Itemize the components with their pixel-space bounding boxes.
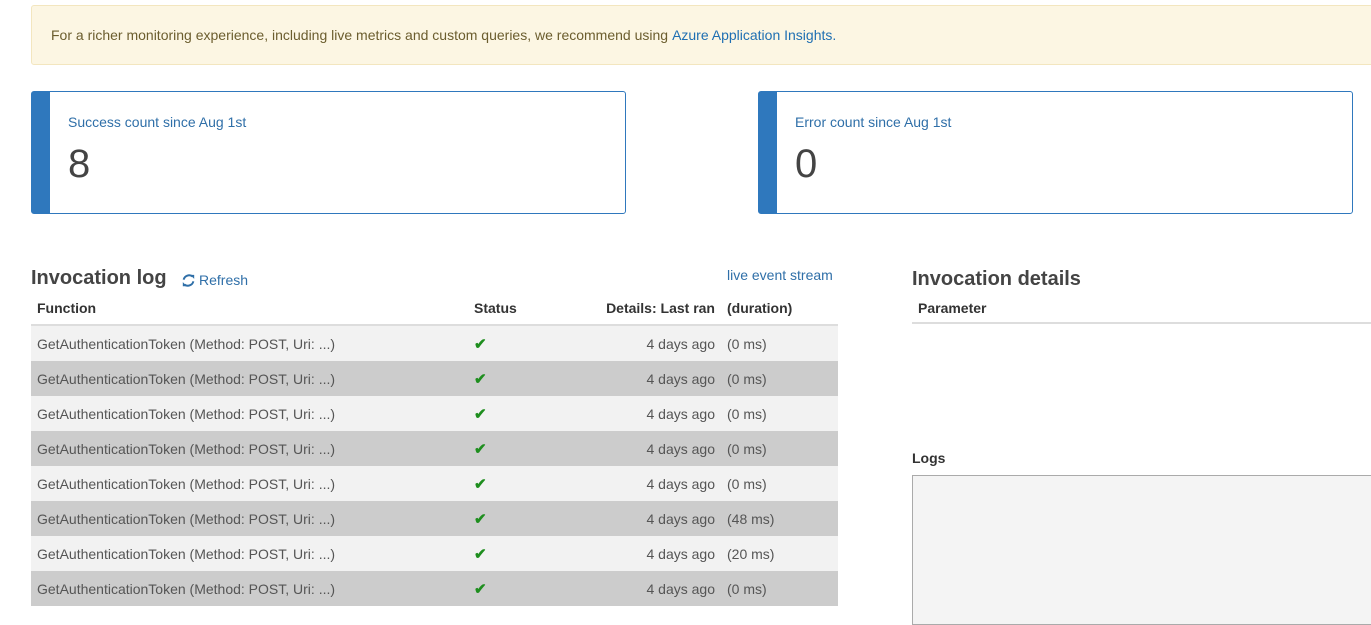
- check-icon: ✔: [474, 370, 487, 388]
- duration-cell: (0 ms): [721, 325, 838, 361]
- status-cell: ✔: [468, 431, 535, 466]
- success-count-value: 8: [68, 142, 91, 186]
- table-header-row: Function Status Details: Last ran (durat…: [31, 292, 838, 326]
- status-cell: ✔: [468, 536, 535, 571]
- last-ran-cell: 4 days ago: [535, 325, 721, 361]
- function-cell: GetAuthenticationToken (Method: POST, Ur…: [31, 396, 468, 431]
- status-cell: ✔: [468, 396, 535, 431]
- info-banner: For a richer monitoring experience, incl…: [31, 5, 1371, 65]
- invocation-log-title: Invocation log: [31, 267, 167, 289]
- status-cell: ✔: [468, 501, 535, 536]
- invocation-log-table: Function Status Details: Last ran (durat…: [31, 292, 838, 606]
- parameter-column-header: Parameter: [912, 292, 1371, 324]
- duration-cell: (0 ms): [721, 396, 838, 431]
- table-row[interactable]: GetAuthenticationToken (Method: POST, Ur…: [31, 325, 838, 361]
- error-count-card: Error count since Aug 1st 0: [758, 91, 1353, 214]
- refresh-icon: [182, 273, 195, 287]
- logs-label: Logs: [912, 450, 946, 466]
- status-cell: ✔: [468, 361, 535, 396]
- refresh-button[interactable]: Refresh: [182, 272, 248, 288]
- function-cell: GetAuthenticationToken (Method: POST, Ur…: [31, 466, 468, 501]
- table-row[interactable]: GetAuthenticationToken (Method: POST, Ur…: [31, 536, 838, 571]
- check-icon: ✔: [474, 545, 487, 563]
- table-row[interactable]: GetAuthenticationToken (Method: POST, Ur…: [31, 466, 838, 501]
- banner-text: For a richer monitoring experience, incl…: [51, 27, 669, 43]
- function-cell: GetAuthenticationToken (Method: POST, Ur…: [31, 431, 468, 466]
- refresh-label: Refresh: [199, 272, 249, 288]
- last-ran-cell: 4 days ago: [535, 396, 721, 431]
- last-ran-cell: 4 days ago: [535, 571, 721, 606]
- error-count-value: 0: [795, 142, 818, 186]
- column-status[interactable]: Status: [468, 292, 535, 326]
- duration-cell: (0 ms): [721, 431, 838, 466]
- duration-cell: (48 ms): [721, 501, 838, 536]
- check-icon: ✔: [474, 405, 487, 423]
- check-icon: ✔: [474, 510, 487, 528]
- column-duration[interactable]: (duration): [721, 292, 838, 326]
- function-cell: GetAuthenticationToken (Method: POST, Ur…: [31, 536, 468, 571]
- table-row[interactable]: GetAuthenticationToken (Method: POST, Ur…: [31, 571, 838, 606]
- duration-cell: (0 ms): [721, 466, 838, 501]
- last-ran-cell: 4 days ago: [535, 466, 721, 501]
- function-cell: GetAuthenticationToken (Method: POST, Ur…: [31, 571, 468, 606]
- table-row[interactable]: GetAuthenticationToken (Method: POST, Ur…: [31, 361, 838, 396]
- duration-cell: (0 ms): [721, 571, 838, 606]
- invocation-details-title: Invocation details: [912, 268, 1081, 290]
- status-cell: ✔: [468, 571, 535, 606]
- app-insights-link[interactable]: Azure Application Insights.: [672, 27, 836, 43]
- check-icon: ✔: [474, 475, 487, 493]
- status-cell: ✔: [468, 466, 535, 501]
- column-function[interactable]: Function: [31, 292, 468, 326]
- column-details[interactable]: Details: Last ran: [535, 292, 721, 326]
- success-count-label: Success count since Aug 1st: [68, 114, 247, 130]
- table-row[interactable]: GetAuthenticationToken (Method: POST, Ur…: [31, 501, 838, 536]
- function-cell: GetAuthenticationToken (Method: POST, Ur…: [31, 325, 468, 361]
- check-icon: ✔: [474, 440, 487, 458]
- check-icon: ✔: [474, 335, 487, 353]
- live-event-stream-link[interactable]: live event stream: [727, 267, 833, 283]
- logs-textarea[interactable]: [912, 475, 1371, 625]
- error-count-label: Error count since Aug 1st: [795, 114, 952, 130]
- function-cell: GetAuthenticationToken (Method: POST, Ur…: [31, 361, 468, 396]
- last-ran-cell: 4 days ago: [535, 431, 721, 466]
- last-ran-cell: 4 days ago: [535, 536, 721, 571]
- last-ran-cell: 4 days ago: [535, 501, 721, 536]
- status-cell: ✔: [468, 325, 535, 361]
- table-row[interactable]: GetAuthenticationToken (Method: POST, Ur…: [31, 396, 838, 431]
- duration-cell: (0 ms): [721, 361, 838, 396]
- last-ran-cell: 4 days ago: [535, 361, 721, 396]
- check-icon: ✔: [474, 580, 487, 598]
- success-count-card: Success count since Aug 1st 8: [31, 91, 626, 214]
- table-row[interactable]: GetAuthenticationToken (Method: POST, Ur…: [31, 431, 838, 466]
- function-cell: GetAuthenticationToken (Method: POST, Ur…: [31, 501, 468, 536]
- duration-cell: (20 ms): [721, 536, 838, 571]
